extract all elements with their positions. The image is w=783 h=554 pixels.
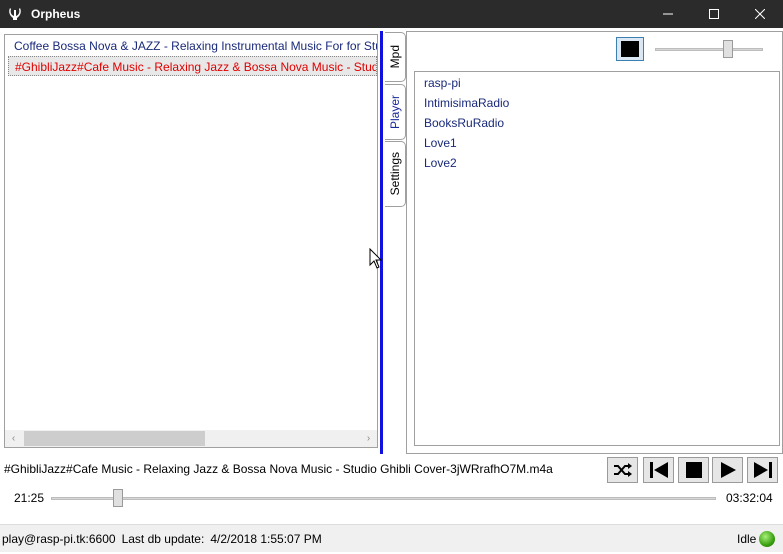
stop-button[interactable] bbox=[678, 457, 709, 483]
elapsed-time: 21:25 bbox=[14, 491, 45, 505]
station-item[interactable]: Love1 bbox=[424, 133, 457, 153]
playlist-item[interactable]: Coffee Bossa Nova & JAZZ - Relaxing Inst… bbox=[8, 36, 377, 56]
status-indicator-icon bbox=[759, 531, 775, 547]
tab-mpd[interactable]: Mpd bbox=[385, 32, 406, 82]
player-panel: rasp-pi IntimisimaRadio BooksRuRadio Lov… bbox=[406, 31, 783, 454]
stop-icon bbox=[685, 462, 702, 478]
shuffle-button[interactable] bbox=[607, 457, 638, 483]
volume-slider-track[interactable] bbox=[655, 48, 763, 51]
shuffle-icon bbox=[613, 463, 632, 477]
volume-slider-thumb[interactable] bbox=[723, 40, 734, 58]
scroll-right-arrow-icon[interactable]: › bbox=[360, 430, 377, 447]
station-list[interactable]: rasp-pi IntimisimaRadio BooksRuRadio Lov… bbox=[414, 71, 780, 446]
station-item[interactable]: IntimisimaRadio bbox=[424, 93, 509, 113]
next-icon bbox=[753, 462, 772, 478]
pane-splitter[interactable] bbox=[380, 31, 383, 454]
station-item[interactable]: BooksRuRadio bbox=[424, 113, 504, 133]
stop-icon bbox=[621, 41, 639, 57]
horizontal-scrollbar[interactable]: ‹ › bbox=[5, 430, 377, 447]
next-button[interactable] bbox=[747, 457, 778, 483]
mouse-pointer-icon bbox=[369, 248, 383, 269]
status-bar: play@rasp-pi.tk:6600 Last db update: 4/2… bbox=[0, 524, 783, 552]
close-button[interactable] bbox=[737, 0, 783, 28]
maximize-button[interactable] bbox=[691, 0, 737, 28]
scroll-left-arrow-icon[interactable]: ‹ bbox=[5, 430, 22, 447]
minimize-button[interactable] bbox=[645, 0, 691, 28]
title-bar: Orpheus bbox=[0, 0, 783, 28]
tab-player[interactable]: Player bbox=[385, 84, 406, 140]
tab-settings[interactable]: Settings bbox=[385, 141, 406, 207]
seek-slider-thumb[interactable] bbox=[113, 489, 124, 507]
db-update-label: Last db update: bbox=[121, 531, 205, 546]
window-title: Orpheus bbox=[31, 7, 81, 21]
total-time: 03:32:04 bbox=[726, 491, 773, 505]
connection-host: play@rasp-pi.tk:6600 bbox=[2, 531, 116, 546]
station-item[interactable]: rasp-pi bbox=[424, 73, 461, 93]
station-item[interactable]: Love2 bbox=[424, 153, 457, 173]
stop-toggle-button[interactable] bbox=[616, 37, 644, 61]
now-playing-title: #GhibliJazz#Cafe Music - Relaxing Jazz &… bbox=[4, 462, 553, 476]
play-button[interactable] bbox=[712, 457, 743, 483]
lyre-icon bbox=[7, 6, 23, 22]
tab-label: Mpd bbox=[388, 45, 402, 69]
tab-label: Player bbox=[388, 94, 402, 129]
play-icon bbox=[720, 462, 736, 478]
previous-icon bbox=[649, 462, 668, 478]
playlist-item-current[interactable]: #GhibliJazz#Cafe Music - Relaxing Jazz &… bbox=[8, 56, 377, 76]
seek-slider-track[interactable] bbox=[51, 497, 716, 500]
previous-button[interactable] bbox=[643, 457, 674, 483]
db-update-value: 4/2/2018 1:55:07 PM bbox=[210, 531, 322, 546]
scrollbar-thumb[interactable] bbox=[24, 431, 205, 446]
tab-label: Settings bbox=[388, 152, 402, 196]
playlist-pane[interactable]: Coffee Bossa Nova & JAZZ - Relaxing Inst… bbox=[4, 34, 378, 448]
player-state: Idle bbox=[737, 532, 757, 546]
